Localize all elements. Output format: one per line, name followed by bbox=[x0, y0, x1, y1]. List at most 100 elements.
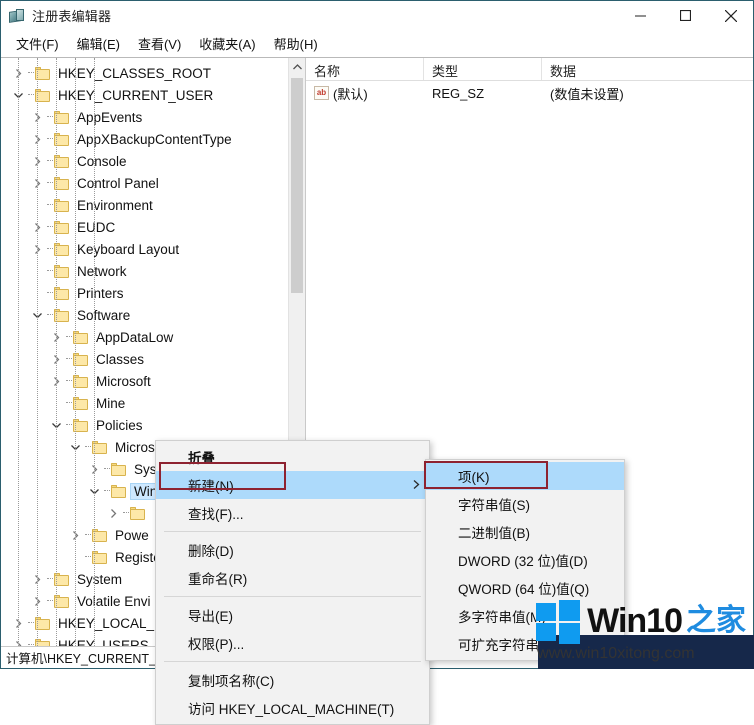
tree-node[interactable]: HKEY_CLASSES_ROOT bbox=[1, 62, 288, 84]
chevron-right-icon[interactable] bbox=[106, 502, 121, 524]
tree-node-label: HKEY_USERS bbox=[58, 637, 149, 647]
minimize-button[interactable] bbox=[618, 1, 663, 30]
maximize-button[interactable] bbox=[663, 1, 708, 30]
context-menu-item-label: 复制项名称(C) bbox=[188, 674, 275, 689]
string-value-icon: ab bbox=[314, 86, 329, 100]
tree-node-label: Console bbox=[77, 153, 127, 169]
submenu-item-label: DWORD (32 位)值(D) bbox=[458, 554, 588, 569]
context-menu-item[interactable]: 导出(E) bbox=[156, 601, 429, 629]
context-menu-item[interactable]: 查找(F)... bbox=[156, 499, 429, 527]
tree-node[interactable]: Microsoft bbox=[1, 370, 288, 392]
window-controls bbox=[618, 1, 753, 30]
table-row[interactable]: ab (默认) REG_SZ (数值未设置) bbox=[306, 81, 753, 105]
tree-node[interactable]: Printers bbox=[1, 282, 288, 304]
menu-favorites[interactable]: 收藏夹(A) bbox=[190, 31, 264, 56]
menu-help[interactable]: 帮助(H) bbox=[265, 31, 327, 56]
column-header-name[interactable]: 名称 bbox=[306, 58, 424, 80]
close-button[interactable] bbox=[708, 1, 753, 30]
context-menu-item[interactable]: 删除(D) bbox=[156, 536, 429, 564]
tree-node[interactable]: Control Panel bbox=[1, 172, 288, 194]
tree-guide-line bbox=[94, 58, 95, 646]
tree-connector bbox=[64, 392, 73, 414]
tree-node[interactable]: AppXBackupContentType bbox=[1, 128, 288, 150]
tree-node-label: HKEY_CLASSES_ROOT bbox=[58, 65, 212, 81]
tree-connector bbox=[26, 62, 35, 84]
tree-node[interactable]: Environment bbox=[1, 194, 288, 216]
context-menu-item[interactable]: 复制项名称(C) bbox=[156, 666, 429, 694]
context-menu[interactable]: 折叠新建(N) 查找(F)... 删除(D) 重命名(R) 导出(E) 权限(P)... 复… bbox=[155, 440, 430, 725]
registry-editor-icon bbox=[8, 8, 26, 24]
column-header-type[interactable]: 类型 bbox=[424, 58, 542, 80]
tree-connector bbox=[45, 238, 54, 260]
status-path: 计算机\HKEY_CURRENT_US bbox=[6, 652, 174, 666]
title-bar: 注册表编辑器 bbox=[1, 1, 753, 30]
scroll-up-arrow[interactable] bbox=[289, 58, 305, 75]
context-menu-item[interactable]: 权限(P)... bbox=[156, 629, 429, 657]
context-menu-item-label: 折叠 bbox=[188, 451, 215, 466]
folder-icon bbox=[130, 506, 145, 520]
context-menu-item[interactable]: 新建(N) bbox=[156, 471, 429, 499]
tree-node[interactable]: Policies bbox=[1, 414, 288, 436]
menu-separator bbox=[164, 596, 421, 597]
submenu-item[interactable]: 字符串值(S) bbox=[426, 490, 624, 518]
list-body: ab (默认) REG_SZ (数值未设置) bbox=[306, 81, 753, 105]
tree-node[interactable]: Keyboard Layout bbox=[1, 238, 288, 260]
watermark-brand: Win10 bbox=[587, 602, 683, 640]
windows-logo-icon bbox=[536, 600, 581, 644]
watermark: Win10 之家 www.win10xitong.com bbox=[536, 600, 746, 663]
submenu-item[interactable]: 二进制值(B) bbox=[426, 518, 624, 546]
tree-node-label: Mine bbox=[96, 395, 126, 411]
tree-node[interactable]: EUDC bbox=[1, 216, 288, 238]
submenu-item[interactable]: DWORD (32 位)值(D) bbox=[426, 546, 624, 574]
tree-connector bbox=[45, 568, 54, 590]
tree-connector bbox=[121, 502, 130, 524]
cell-name: ab (默认) bbox=[306, 84, 424, 103]
tree-connector bbox=[83, 546, 92, 568]
tree-node-label: Classes bbox=[96, 351, 145, 367]
submenu-item[interactable]: 项(K) bbox=[426, 462, 624, 490]
context-menu-item-label: 导出(E) bbox=[188, 609, 233, 624]
tree-connector bbox=[45, 260, 54, 282]
tree-node[interactable]: Mine bbox=[1, 392, 288, 414]
cell-data: (数值未设置) bbox=[550, 86, 624, 102]
tree-connector bbox=[45, 216, 54, 238]
scrollbar-thumb[interactable] bbox=[291, 78, 303, 293]
tree-node-label: Environment bbox=[77, 197, 153, 213]
context-menu-item-label: 权限(P)... bbox=[188, 637, 245, 652]
menu-edit[interactable]: 编辑(E) bbox=[68, 31, 129, 56]
tree-connector bbox=[45, 304, 54, 326]
context-menu-item-label: 新建(N) bbox=[188, 479, 234, 494]
submenu-item-label: 二进制值(B) bbox=[458, 526, 530, 541]
context-menu-item-label: 查找(F)... bbox=[188, 507, 244, 522]
tree-node[interactable]: HKEY_CURRENT_USER bbox=[1, 84, 288, 106]
context-menu-item[interactable]: 访问 HKEY_LOCAL_MACHINE(T) bbox=[156, 694, 429, 722]
tree-node-label: HKEY_LOCAL_M bbox=[58, 615, 166, 631]
tree-node-label: Network bbox=[77, 263, 127, 279]
tree-node-label: AppDataLow bbox=[96, 329, 174, 345]
submenu-item-label: QWORD (64 位)值(Q) bbox=[458, 582, 590, 597]
tree-connector bbox=[45, 172, 54, 194]
column-header-data[interactable]: 数据 bbox=[542, 58, 753, 80]
tree-connector bbox=[26, 84, 35, 106]
menu-separator bbox=[164, 531, 421, 532]
tree-connector bbox=[64, 326, 73, 348]
cell-type: REG_SZ bbox=[432, 85, 485, 101]
chevron-right-icon bbox=[413, 478, 420, 493]
tree-node[interactable]: Classes bbox=[1, 348, 288, 370]
context-menu-item[interactable]: 重命名(R) bbox=[156, 564, 429, 592]
menu-view[interactable]: 查看(V) bbox=[129, 31, 190, 56]
tree-connector bbox=[45, 150, 54, 172]
tree-node[interactable]: AppEvents bbox=[1, 106, 288, 128]
tree-node[interactable]: Software bbox=[1, 304, 288, 326]
tree-connector bbox=[45, 194, 54, 216]
submenu-item[interactable]: QWORD (64 位)值(Q) bbox=[426, 574, 624, 602]
tree-guide-line bbox=[75, 58, 76, 646]
tree-node[interactable]: Console bbox=[1, 150, 288, 172]
window-title: 注册表编辑器 bbox=[32, 9, 112, 24]
tree-connector bbox=[102, 458, 111, 480]
tree-node[interactable]: AppDataLow bbox=[1, 326, 288, 348]
tree-node[interactable]: Network bbox=[1, 260, 288, 282]
menu-file[interactable]: 文件(F) bbox=[7, 31, 68, 56]
tree-connector bbox=[26, 634, 35, 646]
context-menu-item[interactable]: 折叠 bbox=[156, 443, 429, 471]
